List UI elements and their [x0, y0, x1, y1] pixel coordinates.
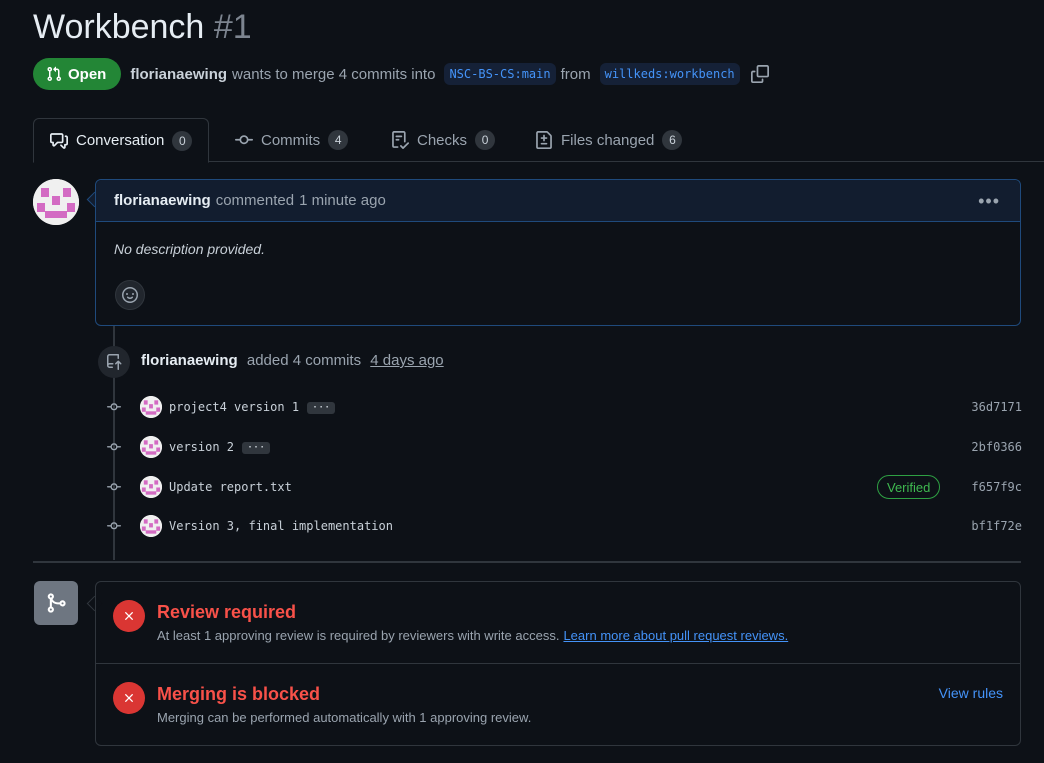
commit-sha[interactable]: 2bf0366 — [971, 440, 1022, 454]
git-commit-icon — [107, 403, 121, 411]
commit-message[interactable]: Update report.txt — [169, 480, 292, 494]
state-badge: Open — [33, 58, 122, 90]
commit-message-text[interactable]: version 2 — [169, 440, 234, 454]
file-diff-icon — [536, 131, 552, 149]
avatar[interactable] — [140, 515, 162, 537]
pr-title: Workbench — [33, 8, 205, 46]
commit-row: version 2 ··· 2bf0366 — [0, 435, 1044, 459]
kebab-horizontal-icon[interactable]: ••• — [978, 191, 1000, 212]
review-required-desc: At least 1 approving review is required … — [157, 628, 788, 643]
git-commit-icon — [107, 483, 121, 491]
pr-author-link[interactable]: florianaewing — [130, 66, 227, 83]
tab-commits[interactable]: Commits 4 — [235, 118, 349, 162]
tab-label: Files changed — [561, 131, 655, 149]
tab-counter: 0 — [475, 130, 496, 150]
from-text: from — [560, 65, 591, 83]
review-required-title: Review required — [157, 602, 297, 622]
expand-commit-button[interactable]: ··· — [242, 442, 271, 454]
comment-body: No description provided. — [114, 241, 265, 257]
base-branch[interactable]: NSC-BS-CS:main — [444, 63, 556, 85]
tab-conversation[interactable]: Conversation 0 — [33, 118, 210, 163]
tab-checks[interactable]: Checks 0 — [391, 118, 496, 162]
view-rules-link[interactable]: View rules — [939, 685, 1003, 701]
state-label: Open — [68, 65, 107, 83]
review-required-section: Review required At least 1 approving rev… — [96, 582, 1020, 663]
comment-author[interactable]: florianaewing — [114, 192, 211, 209]
commit-message[interactable]: version 2 ··· — [169, 440, 271, 454]
comment-discussion-icon — [50, 132, 68, 149]
event-author[interactable]: florianaewing — [141, 352, 238, 369]
avatar[interactable] — [140, 476, 162, 498]
event-time[interactable]: 4 days ago — [370, 352, 443, 369]
tab-counter: 4 — [328, 130, 349, 150]
comment-time[interactable]: 1 minute ago — [299, 192, 386, 209]
pr-number: #1 — [213, 8, 252, 46]
tab-files-changed[interactable]: Files changed 6 — [535, 118, 683, 162]
commits-event: florianaewing added 4 commits 4 days ago — [141, 352, 444, 369]
repo-push-icon — [98, 346, 130, 378]
commit-sha[interactable]: bf1f72e — [971, 519, 1022, 533]
pr-wants-text: wants to merge 4 commits into — [232, 65, 436, 83]
commit-row: project4 version 1 ··· 36d7171 — [0, 395, 1044, 419]
commit-sha[interactable]: f657f9c — [971, 480, 1022, 494]
avatar[interactable] — [33, 179, 79, 225]
git-merge-icon — [34, 581, 78, 625]
review-required-text: At least 1 approving review is required … — [157, 628, 560, 643]
git-commit-icon — [107, 522, 121, 530]
git-commit-icon — [107, 443, 121, 451]
checklist-icon — [392, 131, 409, 149]
commit-sha[interactable]: 36d7171 — [971, 400, 1022, 414]
avatar[interactable] — [140, 396, 162, 418]
avatar[interactable] — [140, 436, 162, 458]
head-branch[interactable]: willkeds:workbench — [599, 63, 740, 85]
expand-commit-button[interactable]: ··· — [307, 402, 336, 414]
x-icon — [113, 682, 145, 714]
pr-tabs: Conversation 0 Commits 4 Checks 0 Files … — [0, 118, 1044, 163]
commit-message[interactable]: project4 version 1 ··· — [169, 400, 336, 414]
timeline-divider — [33, 561, 1021, 563]
git-pull-request-icon — [47, 66, 62, 82]
commit-row: Version 3, final implementation bf1f72e — [0, 514, 1044, 538]
git-commit-icon — [235, 135, 253, 145]
commit-row: Update report.txt Verified f657f9c — [0, 475, 1044, 499]
merging-blocked-section: Merging is blocked Merging can be perfor… — [96, 663, 1020, 746]
commit-message[interactable]: Version 3, final implementation — [169, 519, 393, 533]
tab-label: Checks — [417, 131, 468, 149]
merge-status-box: Review required At least 1 approving rev… — [95, 581, 1021, 746]
merging-blocked-title: Merging is blocked — [157, 684, 321, 704]
verified-badge[interactable]: Verified — [877, 475, 941, 499]
tab-counter: 6 — [662, 130, 683, 150]
tab-counter: 0 — [172, 130, 193, 151]
copy-icon[interactable] — [750, 65, 769, 83]
merging-blocked-desc: Merging can be performed automatically w… — [157, 710, 532, 725]
commit-message-text[interactable]: project4 version 1 — [169, 400, 299, 414]
pr-meta: Open florianaewing wants to merge 4 comm… — [33, 58, 769, 90]
event-action: added 4 commits — [246, 352, 362, 369]
comment-action: commented — [215, 192, 295, 209]
comment-box: florianaewing commented 1 minute ago •••… — [95, 179, 1021, 326]
learn-more-link[interactable]: Learn more about pull request reviews. — [563, 628, 788, 643]
x-icon — [113, 600, 145, 632]
tab-label: Conversation — [76, 132, 165, 149]
pr-title-row: Workbench #1 — [33, 6, 252, 48]
comment-header: florianaewing commented 1 minute ago — [96, 180, 1020, 222]
tab-label: Commits — [261, 131, 321, 149]
smiley-icon[interactable] — [115, 280, 145, 310]
